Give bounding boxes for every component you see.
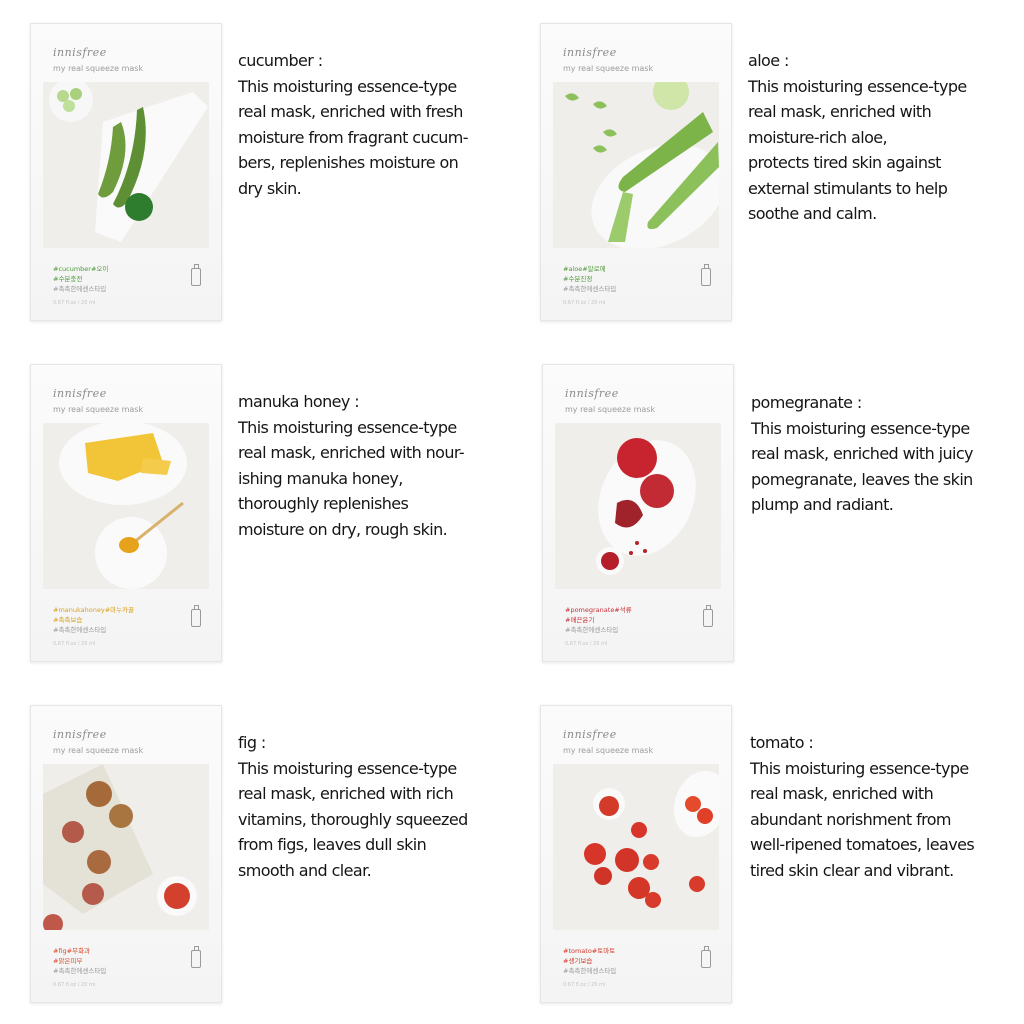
product-tags: #tomato#토마토 #생기보습 #촉촉한에센스타입 [563, 946, 616, 976]
product-subtitle: my real squeeze mask [53, 746, 144, 755]
volume-label: 0.67 fl.oz / 20 ml [53, 300, 96, 306]
volume-label: 0.67 fl.oz / 20 ml [53, 641, 96, 647]
tag-benefit: #수분충전 [53, 275, 83, 283]
description-text: This moisturing essence-type real mask, … [238, 417, 465, 539]
mask-package-tomato: innisfree my real squeeze mask #tomato#토… [540, 705, 732, 1003]
tag-ingredient: #tomato#토마토 [563, 947, 616, 955]
volume-label: 0.67 fl.oz / 20 ml [565, 641, 608, 647]
ingredient-name: aloe : [748, 51, 789, 70]
mask-package-cucumber: innisfree my real squeeze mask #cucumber… [30, 23, 222, 321]
bottle-icon [703, 605, 713, 627]
product-tags: #aloe#알로에 #수분진정 #촉촉한에센스타입 [563, 264, 616, 294]
description-pomegranate: pomegranate : This moisturing essence-ty… [751, 390, 1001, 518]
description-aloe: aloe : This moisturing essence-type real… [748, 48, 998, 227]
cucumber-photo [43, 82, 209, 248]
brand-logo: innisfree [53, 387, 107, 400]
product-subtitle: my real squeeze mask [53, 405, 144, 414]
brand-logo: innisfree [563, 46, 617, 59]
brand-logo: innisfree [563, 728, 617, 741]
volume-label: 0.67 fl.oz / 20 ml [563, 300, 606, 306]
tag-ingredient: #aloe#알로에 [563, 265, 606, 273]
brand-logo: innisfree [53, 46, 107, 59]
pomegranate-photo [555, 423, 721, 589]
ingredient-name: pomegranate : [751, 393, 862, 412]
ingredient-name: tomato : [750, 733, 814, 752]
tag-type: #촉촉한에센스타입 [53, 626, 107, 634]
bottle-icon [191, 605, 201, 627]
bottle-icon [701, 946, 711, 968]
volume-label: 0.67 fl.oz / 20 ml [53, 982, 96, 988]
description-text: This moisturing essence-type real mask, … [238, 76, 469, 198]
tag-type: #촉촉한에센스타입 [565, 626, 619, 634]
ingredient-name: fig : [238, 733, 266, 752]
tag-benefit: #수분진정 [563, 275, 593, 283]
tag-type: #촉촉한에센스타입 [563, 967, 617, 975]
tag-type: #촉촉한에센스타입 [53, 967, 107, 975]
mask-package-pomegranate: innisfree my real squeeze mask #pomegran… [542, 364, 734, 662]
description-text: This moisturing essence-type real mask, … [751, 418, 974, 515]
product-tags: #manukahoney#마누카꿀 #촉촉보습 #촉촉한에센스타입 [53, 605, 134, 635]
description-tomato: tomato : This moisturing essence-type re… [750, 730, 1000, 883]
tag-benefit: #촉촉보습 [53, 616, 83, 624]
bottle-icon [191, 264, 201, 286]
brand-logo: innisfree [53, 728, 107, 741]
tomato-photo [553, 764, 719, 930]
mask-package-fig: innisfree my real squeeze mask #fig#무화과 … [30, 705, 222, 1003]
tag-benefit: #생기보습 [563, 957, 593, 965]
tag-ingredient: #cucumber#오이 [53, 265, 109, 273]
description-fig: fig : This moisturing essence-type real … [238, 730, 488, 883]
ingredient-name: cucumber : [238, 51, 323, 70]
description-text: This moisturing essence-type real mask, … [748, 76, 967, 224]
description-text: This moisturing essence-type real mask, … [750, 758, 975, 880]
product-subtitle: my real squeeze mask [565, 405, 656, 414]
product-subtitle: my real squeeze mask [53, 64, 144, 73]
product-tags: #fig#무화과 #맑은피부 #촉촉한에센스타입 [53, 946, 106, 976]
volume-label: 0.67 fl.oz / 20 ml [563, 982, 606, 988]
tag-ingredient: #fig#무화과 [53, 947, 91, 955]
fig-photo [43, 764, 209, 930]
tag-benefit: #맑은피부 [53, 957, 83, 965]
tag-ingredient: #pomegranate#석류 [565, 606, 632, 614]
product-tags: #pomegranate#석류 #매끈윤기 #촉촉한에센스타입 [565, 605, 632, 635]
brand-logo: innisfree [565, 387, 619, 400]
mask-package-aloe: innisfree my real squeeze mask #aloe#알로에… [540, 23, 732, 321]
manuka-honey-photo [43, 423, 209, 589]
product-tags: #cucumber#오이 #수분충전 #촉촉한에센스타입 [53, 264, 108, 294]
description-cucumber: cucumber : This moisturing essence-type … [238, 48, 488, 201]
aloe-photo [553, 82, 719, 248]
bottle-icon [191, 946, 201, 968]
product-subtitle: my real squeeze mask [563, 64, 654, 73]
tag-type: #촉촉한에센스타입 [53, 285, 107, 293]
tag-ingredient: #manukahoney#마누카꿀 [53, 606, 135, 614]
description-manuka-honey: manuka honey : This moisturing essence-t… [238, 389, 488, 542]
bottle-icon [701, 264, 711, 286]
product-subtitle: my real squeeze mask [563, 746, 654, 755]
mask-package-manuka-honey: innisfree my real squeeze mask #manukaho… [30, 364, 222, 662]
description-text: This moisturing essence-type real mask, … [238, 758, 468, 880]
tag-type: #촉촉한에센스타입 [563, 285, 617, 293]
tag-benefit: #매끈윤기 [565, 616, 595, 624]
ingredient-name: manuka honey : [238, 392, 360, 411]
